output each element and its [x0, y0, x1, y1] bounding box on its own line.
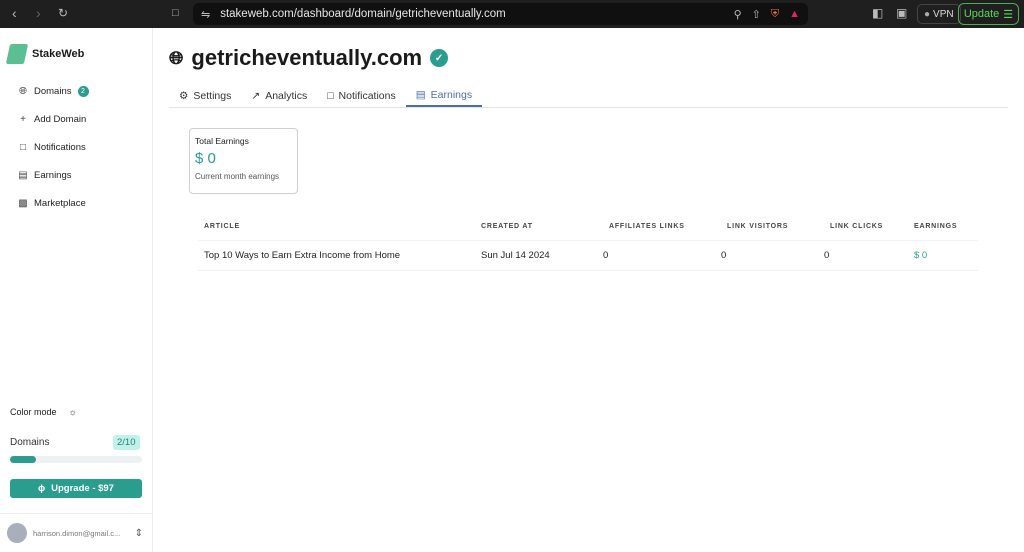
money-icon: ▤ — [416, 89, 426, 101]
sidebar-item-label: Marketplace — [34, 198, 86, 209]
tab-label: Analytics — [265, 90, 307, 102]
tab-label: Earnings — [431, 89, 472, 101]
domains-progress-bar — [10, 456, 142, 463]
card-label: Total Earnings — [195, 136, 292, 146]
sidebar-item-label: Add Domain — [34, 114, 86, 125]
reload-icon[interactable]: ↻ — [58, 6, 68, 20]
column-header: LINK VISITORS — [721, 218, 824, 241]
site-settings-icon[interactable]: ⇋ — [201, 8, 210, 21]
globe-icon: 🌐︎ — [18, 86, 28, 97]
main-content: 🌐︎ getricheventually.com ✓ ⚙ Settings ↗ Anal… — [153, 28, 1024, 552]
column-header: AFFILIATES LINKS — [603, 218, 721, 241]
address-bar[interactable]: ⇋ stakeweb.com/dashboard/domain/getriche… — [193, 3, 808, 25]
earnings-cell: $ 0 — [908, 241, 978, 271]
tab-label: Notifications — [339, 90, 396, 102]
affiliate-links-cell: 0 — [603, 241, 721, 271]
sun-icon[interactable]: ☼ — [69, 407, 77, 417]
sidebar-item-notifications[interactable]: □ Notifications — [18, 142, 86, 153]
upgrade-label: Upgrade - $97 — [51, 483, 114, 494]
column-header: ARTICLE — [198, 218, 475, 241]
user-menu[interactable]: harrison.dimon@gmail.c... ⇕ — [0, 513, 153, 552]
stakeweb-logo-icon — [6, 44, 28, 64]
gear-icon: ⚙ — [179, 90, 188, 102]
tab-bar: ⚙ Settings ↗ Analytics □ Notifications ▤ Ear… — [169, 85, 1008, 108]
brand[interactable]: StakeWeb — [8, 44, 84, 64]
sidebar-toggle-icon[interactable]: ◧ — [872, 6, 883, 20]
vpn-button[interactable]: ●VPN — [917, 4, 961, 24]
sidebar-item-label: Notifications — [34, 142, 86, 153]
brave-rewards-icon[interactable]: ▲ — [789, 8, 800, 20]
forward-icon[interactable]: › — [36, 5, 41, 21]
domains-progress-fill — [10, 456, 36, 463]
link-visitors-cell: 0 — [721, 241, 824, 271]
plus-icon: + — [18, 114, 28, 125]
update-button[interactable]: Update ☰ — [958, 3, 1019, 25]
back-icon[interactable]: ‹ — [12, 5, 17, 21]
link-clicks-cell: 0 — [824, 241, 908, 271]
bookmark-icon[interactable]: □ — [172, 7, 179, 19]
card-value: $ 0 — [195, 150, 292, 167]
analytics-icon: ↗ — [251, 90, 260, 102]
card-subtitle: Current month earnings — [195, 172, 292, 181]
chevron-up-down-icon: ⇕ — [135, 528, 143, 539]
domain-title: getricheventually.com — [191, 45, 422, 71]
url-text: stakeweb.com/dashboard/domain/getricheve… — [220, 8, 506, 20]
vpn-label: VPN — [933, 9, 954, 20]
sidebar-item-marketplace[interactable]: ▩ Marketplace — [18, 198, 86, 209]
update-label: Update — [964, 8, 999, 20]
avatar — [7, 523, 27, 543]
color-mode-label: Color mode — [10, 407, 57, 417]
sidebar-item-domains[interactable]: 🌐︎ Domains 2 — [18, 86, 89, 97]
tab-earnings[interactable]: ▤ Earnings — [406, 85, 482, 107]
verified-check-icon: ✓ — [430, 49, 448, 67]
wallet-icon[interactable]: ▣ — [896, 6, 907, 20]
domains-usage-count: 2/10 — [113, 435, 140, 450]
column-header: LINK CLICKS — [824, 218, 908, 241]
message-icon: □ — [18, 142, 28, 153]
page-title: 🌐︎ getricheventually.com ✓ — [169, 45, 448, 71]
store-icon: ▩ — [18, 198, 28, 209]
article-cell[interactable]: Top 10 Ways to Earn Extra Income from Ho… — [198, 241, 475, 271]
www-globe-icon: 🌐︎ — [169, 48, 183, 69]
created-at-cell: Sun Jul 14 2024 — [475, 241, 603, 271]
sidebar-item-label: Domains — [34, 86, 72, 97]
sidebar: StakeWeb 🌐︎ Domains 2 + Add Domain □ Notific… — [0, 28, 153, 552]
sidebar-item-label: Earnings — [34, 170, 72, 181]
lightning-icon: ϕ — [38, 483, 45, 494]
zoom-icon[interactable]: ⚲ — [734, 8, 742, 21]
column-header: CREATED AT — [475, 218, 603, 241]
tab-label: Settings — [193, 90, 231, 102]
column-header: EARNINGS — [908, 218, 978, 241]
color-mode-toggle[interactable]: Color mode ☼ — [10, 407, 77, 417]
sidebar-item-earnings[interactable]: ▤ Earnings — [18, 170, 72, 181]
share-icon[interactable]: ⇧ — [752, 8, 761, 21]
user-email: harrison.dimon@gmail.c... — [33, 529, 120, 538]
brand-name: StakeWeb — [32, 48, 84, 60]
browser-toolbar: ‹ › ↻ □ ⇋ stakeweb.com/dashboard/domain/… — [0, 0, 1024, 28]
message-icon: □ — [327, 90, 333, 102]
tab-notifications[interactable]: □ Notifications — [317, 85, 406, 107]
tab-analytics[interactable]: ↗ Analytics — [241, 85, 317, 107]
upgrade-button[interactable]: ϕ Upgrade - $97 — [10, 479, 142, 498]
brave-shield-icon[interactable]: ⛨ — [771, 8, 779, 21]
domains-usage-label: Domains — [10, 437, 49, 448]
domains-count-badge: 2 — [78, 86, 89, 97]
sidebar-item-add-domain[interactable]: + Add Domain — [18, 114, 86, 125]
table-row[interactable]: Top 10 Ways to Earn Extra Income from Ho… — [198, 241, 978, 271]
earnings-table: ARTICLE CREATED AT AFFILIATES LINKS LINK… — [198, 218, 978, 271]
menu-icon: ☰ — [1003, 8, 1013, 21]
tab-settings[interactable]: ⚙ Settings — [169, 85, 241, 107]
money-icon: ▤ — [18, 170, 28, 181]
total-earnings-card: Total Earnings $ 0 Current month earning… — [189, 128, 298, 194]
